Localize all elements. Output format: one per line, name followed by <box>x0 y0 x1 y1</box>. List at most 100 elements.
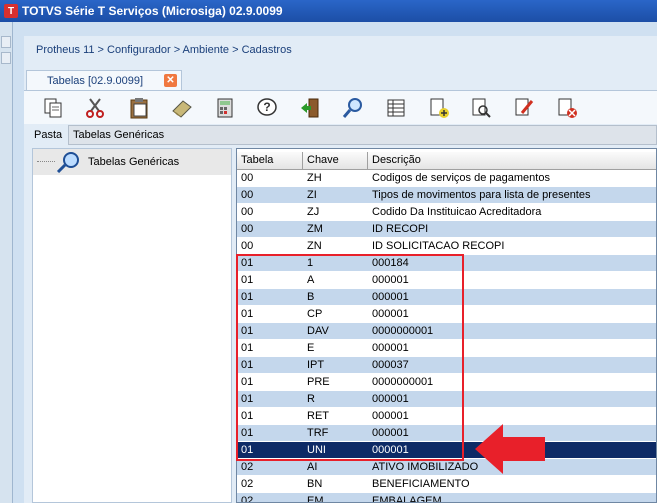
table-row[interactable]: 00 ZJ Codido Da Instituicao Acreditadora <box>237 204 656 221</box>
table-cell: 01 <box>241 325 254 337</box>
table-row[interactable]: 00 ZI Tipos de movimentos para lista de pr… <box>237 187 656 204</box>
eraser-icon <box>172 100 192 118</box>
table-cell: 01 <box>241 291 254 303</box>
table-cell: CP <box>307 308 323 320</box>
table-row[interactable]: 01 PRE 0000000001 <box>237 374 656 391</box>
table-row[interactable]: 01 1 000184 <box>237 255 656 272</box>
close-tab-icon[interactable]: ✕ <box>164 74 177 87</box>
calculator-button[interactable] <box>212 95 238 121</box>
table-row[interactable]: 02 BN BENEFICIAMENTO <box>237 476 656 493</box>
search-icon <box>342 98 362 118</box>
table-row[interactable]: 01 CP 000001 <box>237 306 656 323</box>
tree-item-generic-tables[interactable]: Tabelas Genéricas <box>33 149 231 175</box>
list-button[interactable] <box>383 95 409 121</box>
delete-record-button[interactable] <box>554 95 580 121</box>
view-record-button[interactable] <box>468 95 494 121</box>
table-cell: EM <box>307 495 324 503</box>
column-header-descricao[interactable]: Descrição <box>368 152 656 170</box>
table-cell: RET <box>307 410 329 422</box>
table-cell: 01 <box>241 410 254 422</box>
table-cell: 00 <box>241 223 254 235</box>
table-cell: 00 <box>241 206 254 218</box>
table-cell: ID SOLICITACAO RECOPI <box>372 240 505 252</box>
table-row[interactable]: 00 ZN ID SOLICITACAO RECOPI <box>237 238 656 255</box>
table-row[interactable]: 00 ZM ID RECOPI <box>237 221 656 238</box>
table-row[interactable]: 01 B 000001 <box>237 289 656 306</box>
table-cell: ID RECOPI <box>372 223 429 235</box>
table-cell: AI <box>307 461 318 473</box>
table-cell: 000037 <box>372 359 409 371</box>
table-cell: Codido Da Instituicao Acreditadora <box>372 206 542 218</box>
table-cell: 01 <box>241 393 254 405</box>
copy-button[interactable] <box>40 95 66 121</box>
column-header-chave[interactable]: Chave <box>303 152 368 170</box>
folder-tab[interactable]: Tabelas Genéricas <box>68 125 657 145</box>
search-icon <box>55 151 81 176</box>
view-record-icon <box>472 98 491 118</box>
table-cell: EMBALAGEM <box>372 495 442 503</box>
document-tab-label: Tabelas [02.9.0099] <box>47 74 144 87</box>
data-grid[interactable]: Tabela Chave Descrição 00 ZH Codigos de se… <box>236 148 657 503</box>
table-cell: Tipos de movimentos para lista de presen… <box>372 189 591 201</box>
table-cell: ZH <box>307 172 322 184</box>
paste-button[interactable] <box>126 95 152 121</box>
clipboard-icon <box>130 98 148 119</box>
table-cell: R <box>307 393 315 405</box>
table-cell: 01 <box>241 444 254 456</box>
table-row[interactable]: 01 UNI 000001 <box>237 442 656 459</box>
table-row[interactable]: 01 R 000001 <box>237 391 656 408</box>
table-cell: E <box>307 342 315 354</box>
scroll-thumb[interactable] <box>1 52 11 64</box>
table-row[interactable]: 02 AI ATIVO IMOBILIZADO <box>237 459 656 476</box>
breadcrumb[interactable]: Protheus 11 > Configurador > Ambiente > … <box>36 44 292 56</box>
copy-icon <box>44 98 62 118</box>
exit-button[interactable] <box>297 95 323 121</box>
column-header-tabela[interactable]: Tabela <box>237 152 303 170</box>
edit-record-button[interactable] <box>511 95 537 121</box>
table-cell: 01 <box>241 359 254 371</box>
table-row[interactable]: 01 IPT 000037 <box>237 357 656 374</box>
table-cell: 000001 <box>372 274 409 286</box>
table-row[interactable]: 01 E 000001 <box>237 340 656 357</box>
table-cell: 01 <box>241 308 254 320</box>
new-record-button[interactable] <box>426 95 452 121</box>
help-button[interactable]: ? <box>254 95 280 121</box>
table-cell: ZN <box>307 240 322 252</box>
table-row[interactable]: 02 EM EMBALAGEM <box>237 493 656 503</box>
exit-icon <box>301 98 319 118</box>
tree-connector <box>37 161 55 162</box>
svg-text:?: ? <box>263 100 270 114</box>
table-cell: 00 <box>241 172 254 184</box>
table-row[interactable]: 01 TRF 000001 <box>237 425 656 442</box>
table-cell: ZJ <box>307 206 320 218</box>
table-row[interactable]: 01 DAV 0000000001 <box>237 323 656 340</box>
table-cell: 02 <box>241 461 254 473</box>
document-tab[interactable]: Tabelas [02.9.0099] ✕ <box>26 70 182 90</box>
table-cell: 000184 <box>372 257 409 269</box>
calculator-icon <box>217 98 233 118</box>
table-cell: UNI <box>307 444 326 456</box>
table-cell: 0000000001 <box>372 376 434 388</box>
table-cell: 000001 <box>372 291 409 303</box>
window-title: TOTVS Série T Serviços (Microsiga) 02.9.… <box>22 4 283 18</box>
table-cell: 02 <box>241 478 254 490</box>
search-button[interactable] <box>340 95 366 121</box>
eraser-button[interactable] <box>169 95 195 121</box>
cut-button[interactable] <box>82 95 108 121</box>
toolbar: ? <box>24 90 657 124</box>
delete-record-icon <box>558 98 577 118</box>
table-row[interactable]: 01 A 000001 <box>237 272 656 289</box>
scroll-up-button[interactable] <box>1 36 11 48</box>
table-cell: PRE <box>307 376 330 388</box>
table-cell: 01 <box>241 274 254 286</box>
table-cell: TRF <box>307 427 329 439</box>
app-icon: T <box>4 4 18 18</box>
table-row[interactable]: 01 RET 000001 <box>237 408 656 425</box>
left-scrollbar[interactable] <box>0 22 13 503</box>
table-cell: 00 <box>241 240 254 252</box>
table-cell: BN <box>307 478 323 490</box>
table-row[interactable]: 00 ZH Codigos de serviços de pagamentos <box>237 170 656 187</box>
grid-rows: 00 ZH Codigos de serviços de pagamentos 00 Z… <box>237 170 656 503</box>
table-cell: 0000000001 <box>372 325 434 337</box>
table-cell: A <box>307 274 315 286</box>
